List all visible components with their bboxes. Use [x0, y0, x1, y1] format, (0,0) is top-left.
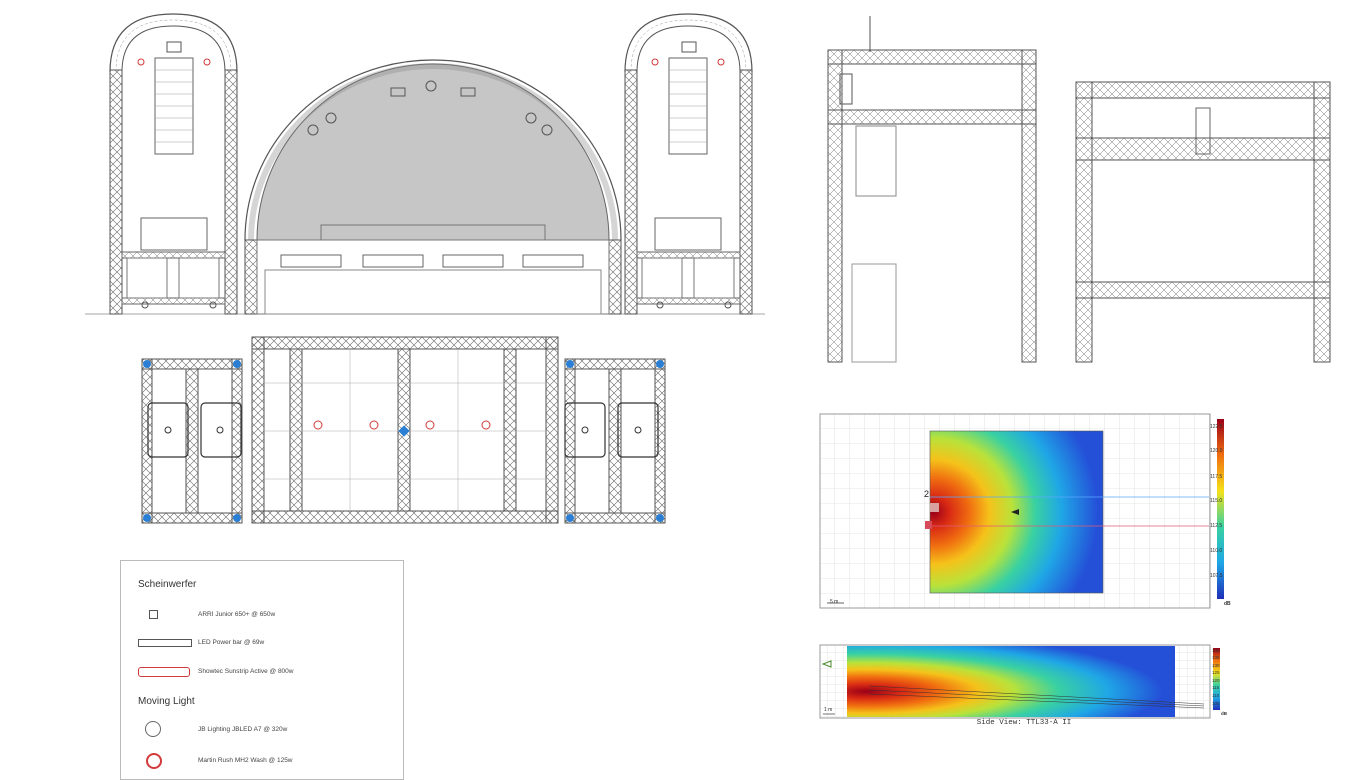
- tick-1175: 117.5: [1210, 474, 1223, 480]
- top-map-scale: 5 m: [830, 599, 839, 605]
- side-map-scale: 1 m: [824, 707, 833, 713]
- right-tower: [624, 13, 753, 315]
- moving-head-icon: [145, 721, 161, 737]
- tick-1075: 107.5: [1210, 573, 1223, 579]
- tick-1150: 115.0: [1210, 498, 1223, 504]
- left-tower-plan: [141, 358, 243, 524]
- tick-120: 120: [1212, 678, 1220, 683]
- side-map-unit: dB: [1221, 711, 1227, 716]
- tick-140: 140: [1212, 648, 1220, 653]
- tower-side-elevation: [827, 16, 1037, 363]
- legend-category-moving: Moving Light: [138, 696, 195, 707]
- wash-light-icon: [146, 753, 162, 769]
- tick-1200: 120.0: [1210, 448, 1223, 454]
- legend-item-rush: Martin Rush MH2 Wash @ 125w: [198, 757, 293, 764]
- legend-category-spots: Scheinwerfer: [138, 579, 197, 590]
- tick-1225: 122.5: [1210, 424, 1223, 430]
- fixture-legend: Scheinwerfer ARRI Junior 650+ @ 650w LED…: [120, 560, 404, 780]
- sunstrip-icon: [138, 667, 190, 677]
- legend-item-arri: ARRI Junior 650+ @ 650w: [198, 611, 276, 618]
- legend-item-sunstrip: Showtec Sunstrip Active @ 800w: [198, 668, 294, 675]
- tick-105: 105: [1212, 701, 1220, 706]
- central-plan: [251, 336, 559, 524]
- tower-front-frame: [1075, 81, 1331, 363]
- side-view-caption: Side View: TTL33-A II: [976, 719, 1072, 727]
- central-dome: [244, 59, 622, 315]
- tick-110: 110: [1212, 693, 1220, 698]
- left-tower: [109, 13, 238, 315]
- speaker-marker-label: 2: [924, 489, 930, 499]
- tick-1100: 110.0: [1210, 548, 1223, 554]
- stage-top-plan: [141, 336, 666, 524]
- spl-side-view-map: [819, 644, 1220, 719]
- top-map-colorbar-ticks: 122.5 120.0 117.5 115.0 112.5 110.0 107.…: [1210, 425, 1234, 585]
- tick-135: 135: [1212, 655, 1220, 660]
- stage-front-elevation: [85, 13, 765, 315]
- top-map-unit: dB: [1224, 601, 1231, 607]
- tick-1125: 112.5: [1210, 523, 1223, 529]
- right-tower-plan: [564, 358, 666, 524]
- tick-125: 125: [1212, 670, 1220, 675]
- tick-130: 130: [1212, 663, 1220, 668]
- tick-115: 115: [1212, 685, 1220, 690]
- side-map-colorbar-ticks: 140 135 130 125 120 115 110 105: [1212, 648, 1236, 710]
- square-spot-icon: [149, 610, 158, 619]
- spl-top-view-map: [819, 413, 1224, 609]
- legend-item-ledbar: LED Power bar @ 69w: [198, 639, 265, 646]
- legend-item-jbled: JB Lighting JBLED A7 @ 320w: [198, 726, 288, 733]
- led-bar-icon: [138, 639, 192, 647]
